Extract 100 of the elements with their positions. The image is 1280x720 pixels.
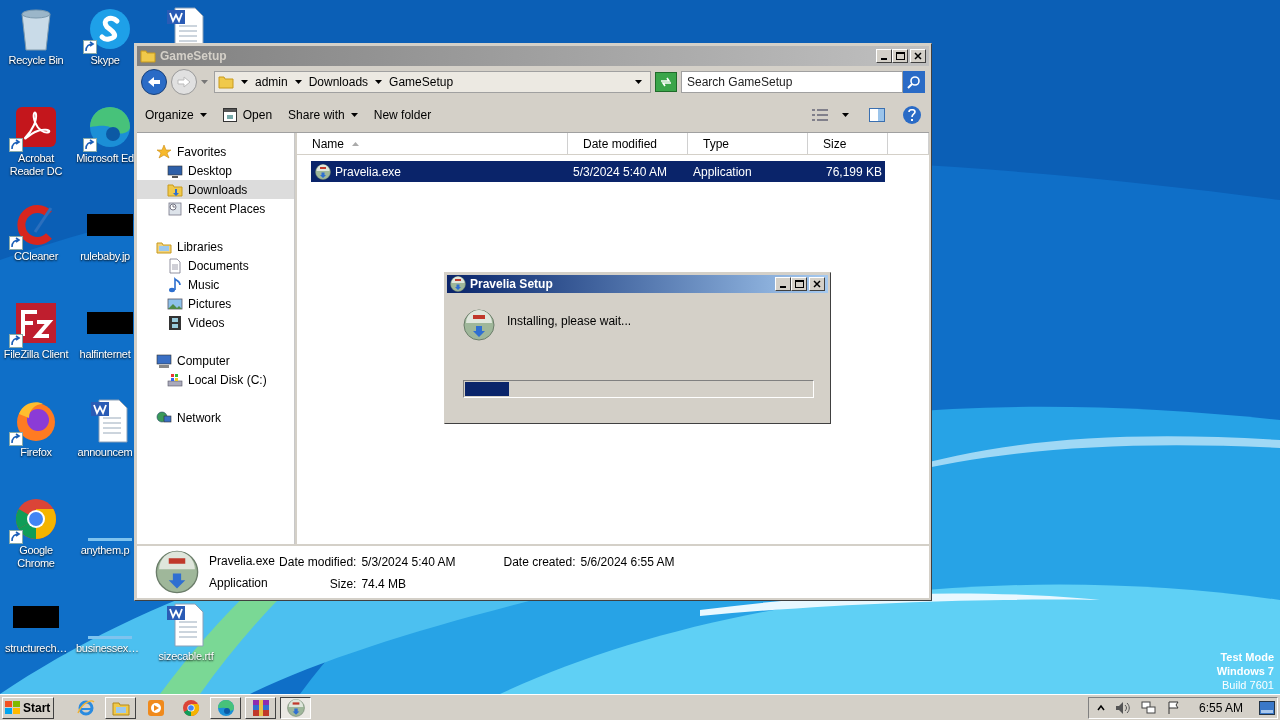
file-name: Pravelia.exe [335, 163, 402, 181]
details-label: Date modified: [279, 554, 357, 571]
breadcrumb-caret-icon [294, 80, 302, 84]
column-header[interactable]: Name [297, 133, 568, 154]
show-desktop-icon[interactable] [1259, 700, 1275, 715]
refresh-button[interactable] [655, 72, 677, 92]
close-icon [813, 280, 821, 288]
caret-icon [199, 113, 207, 117]
maximize-button[interactable] [791, 277, 807, 291]
film-icon [167, 314, 183, 331]
nav-item[interactable]: Documents [137, 256, 294, 275]
windows-flag-icon [5, 700, 21, 715]
desktop-icon-label[interactable]: Recycle Bin [0, 54, 72, 67]
toolbar-button[interactable]: Open [222, 104, 273, 126]
status-message: Installing, please wait... [507, 313, 632, 330]
nav-item[interactable]: Music [137, 275, 294, 294]
app-icon [450, 276, 466, 292]
desktop-icon-label[interactable]: announcem [76, 446, 134, 459]
browser-icon [216, 698, 235, 717]
breadcrumb-item[interactable]: admin [255, 73, 288, 91]
nav-item[interactable]: Videos [137, 313, 294, 332]
desktop-icon-label[interactable]: rulebaby.jp [76, 250, 134, 263]
desktop-icon-label[interactable]: CCleaner [0, 250, 72, 263]
start-button[interactable]: Start [2, 696, 54, 719]
nav-item[interactable]: Favorites [137, 142, 294, 161]
pdf-app-icon [13, 104, 59, 150]
nav-item[interactable]: Pictures [137, 294, 294, 313]
search-field[interactable]: Search GameSetup [681, 71, 903, 93]
close-icon [914, 52, 922, 60]
installer-icon [286, 698, 305, 717]
caret-icon [350, 113, 358, 117]
table-cell-text: 76,199 KB [824, 163, 883, 181]
desktop-icon-label[interactable]: FileZilla Client [0, 348, 72, 361]
toolbar-button[interactable]: Share with [288, 104, 358, 126]
close-button[interactable] [910, 49, 926, 63]
desktop-icon-label[interactable]: anythem.p [76, 544, 134, 557]
desktop-icon-label[interactable]: Acrobat Reader DC [0, 152, 72, 178]
nav-item[interactable]: Network [137, 408, 294, 427]
folder-icon [140, 48, 156, 64]
file-icon [155, 550, 199, 594]
test-mode-watermark: Windows 7 [1216, 664, 1274, 678]
nav-item[interactable]: Desktop [137, 161, 294, 180]
back-button[interactable] [141, 69, 167, 95]
column-header[interactable]: Type [688, 133, 808, 154]
nav-item[interactable]: Recent Places [137, 199, 294, 218]
network-icon[interactable] [1140, 700, 1157, 715]
flag-icon[interactable] [1166, 700, 1181, 715]
taskbar-button[interactable] [280, 696, 311, 719]
nav-item[interactable]: Computer [137, 351, 294, 370]
test-mode-watermark: Test Mode [1220, 650, 1274, 664]
breadcrumb-item[interactable]: GameSetup [389, 73, 454, 91]
computer-icon [156, 352, 172, 369]
details-value: 5/6/2024 6:55 AM [580, 554, 675, 571]
close-button[interactable] [809, 277, 825, 291]
breadcrumb-item[interactable]: Downloads [308, 73, 369, 91]
toolbar-button[interactable]: Organize [145, 104, 207, 126]
nav-item[interactable]: Local Disk (C:) [137, 370, 294, 389]
nav-item[interactable]: Libraries [137, 237, 294, 256]
back-arrow-icon [147, 76, 161, 88]
view-options-button[interactable] [812, 109, 849, 121]
breadcrumb-caret-icon [375, 80, 383, 84]
folder-icon [218, 74, 234, 90]
details-label: Date created: [503, 554, 576, 571]
desktop-icon-label[interactable]: Google Chrome [0, 544, 72, 570]
desktop-icon-label[interactable]: halfinternet [76, 348, 134, 361]
refresh-icon [659, 76, 673, 88]
details-file-type: Application [209, 575, 269, 592]
minimize-button[interactable] [775, 277, 791, 291]
maximize-icon [794, 280, 804, 288]
chat-app-icon [87, 6, 133, 52]
ftp-app-icon [13, 300, 59, 346]
picture-icon [167, 295, 183, 312]
toolbar-button[interactable]: New folder [373, 104, 432, 126]
monitor-icon [167, 162, 183, 179]
recent-places-icon [167, 200, 183, 217]
column-header[interactable]: Date modified [568, 133, 688, 154]
desktop-icon-label[interactable]: Firefox [0, 446, 72, 459]
speaker-icon[interactable] [1114, 700, 1131, 715]
column-header[interactable]: Size [808, 133, 888, 154]
browser-icon [181, 698, 200, 717]
details-file-name: Pravelia.exe [209, 553, 276, 570]
list-view-icon [812, 109, 828, 121]
desktop-icon-label[interactable]: structurech… [0, 642, 72, 655]
file-row[interactable]: Pravelia.exe 5/3/2024 5:40 AM Application 76,199 KB [311, 161, 885, 182]
maximize-button[interactable] [892, 49, 908, 63]
minimize-button[interactable] [876, 49, 892, 63]
chevron-up-icon[interactable] [1096, 703, 1105, 712]
installer-icon [463, 309, 495, 341]
desktop-icon-label[interactable]: Skype [76, 54, 134, 67]
search-button[interactable] [903, 71, 925, 93]
help-button[interactable] [903, 106, 921, 124]
document-icon [167, 257, 183, 274]
star-icon [156, 143, 172, 160]
maximize-icon [895, 52, 905, 60]
preview-pane-button[interactable] [869, 108, 885, 122]
clock[interactable]: 6:55 AM [1198, 698, 1243, 717]
details-label: Size: [328, 576, 357, 593]
desktop-icon-label[interactable]: Microsoft Ed [76, 152, 134, 165]
address-bar[interactable]: admin Downloads GameSetup [214, 71, 651, 93]
nav-item[interactable]: Downloads [137, 180, 294, 199]
